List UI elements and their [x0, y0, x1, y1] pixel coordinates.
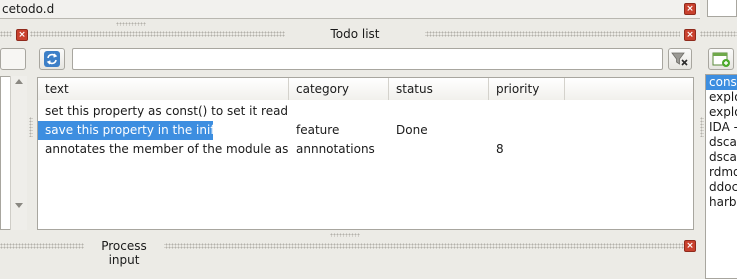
cell-status: Done [396, 123, 428, 137]
close-icon[interactable]: × [684, 3, 696, 15]
refresh-button[interactable] [39, 48, 65, 70]
cell-category [289, 102, 389, 121]
scroll-up-icon[interactable] [15, 79, 23, 84]
scroll-down-icon[interactable] [15, 203, 23, 208]
filter-clear-icon [671, 52, 688, 66]
process-panel-title: Process input [84, 239, 164, 267]
refresh-icon [44, 51, 60, 67]
close-icon[interactable]: × [684, 29, 696, 41]
list-item[interactable]: rdmd [706, 165, 737, 180]
cell-priority [489, 121, 565, 140]
panel-title-grip [0, 31, 12, 37]
right-sidebar-list[interactable]: conso explo explo IDA - dscan dscan rdmd… [705, 74, 737, 279]
right-top-field[interactable] [707, 0, 737, 17]
list-item[interactable]: explo [706, 105, 737, 120]
splitter-handle[interactable] [116, 22, 146, 26]
list-item[interactable]: dscan [706, 135, 737, 150]
column-header-status[interactable]: status [389, 78, 489, 100]
cell-status [389, 102, 489, 121]
list-item[interactable]: IDA - [706, 120, 737, 135]
table-row[interactable]: set this property as const() to set it r… [38, 102, 693, 121]
table-row[interactable]: save this property in the inifile. featu… [38, 121, 693, 140]
column-header-priority[interactable]: priority [489, 78, 565, 100]
file-tab[interactable]: cetodo.d [0, 0, 700, 19]
splitter-handle[interactable] [700, 117, 704, 137]
close-icon[interactable]: × [684, 240, 696, 252]
list-item[interactable]: harbo [706, 195, 737, 210]
list-item[interactable]: conso [706, 75, 737, 90]
list-item[interactable]: dscan [706, 150, 737, 165]
cell-text: set this property as const() to set it r… [45, 104, 289, 118]
close-icon[interactable]: × [16, 29, 28, 41]
column-header-category[interactable]: category [289, 78, 389, 100]
splitter-handle[interactable] [330, 233, 360, 237]
table-header: text category status priority [38, 78, 693, 100]
cell-category: feature [296, 123, 340, 137]
column-header-filler [565, 78, 693, 100]
list-item[interactable]: explo [706, 90, 737, 105]
cell-priority: 8 [496, 142, 504, 156]
file-tab-label: cetodo.d [2, 2, 55, 16]
add-icon [712, 52, 730, 67]
table-row[interactable]: annotates the member of the module as @s… [38, 140, 693, 159]
panel-title-grip [700, 31, 737, 37]
left-panel-button[interactable] [0, 48, 26, 70]
todo-search-input[interactable] [72, 48, 663, 70]
clear-filter-button[interactable] [668, 48, 692, 70]
cell-text: annotates the member of the module as @s… [45, 142, 289, 156]
todo-panel-title: Todo list [285, 27, 425, 43]
column-header-text[interactable]: text [38, 78, 289, 100]
cell-status [389, 140, 489, 159]
add-button[interactable] [708, 48, 734, 70]
list-item[interactable]: ddoc [706, 180, 737, 195]
todo-table[interactable]: text category status priority set this p… [37, 77, 694, 230]
left-panel-scrollbar[interactable] [10, 76, 27, 230]
cell-text: save this property in the inifile. [38, 121, 213, 140]
cell-priority [489, 102, 565, 121]
cell-category: annnotations [296, 142, 375, 156]
splitter-handle[interactable] [29, 117, 33, 137]
